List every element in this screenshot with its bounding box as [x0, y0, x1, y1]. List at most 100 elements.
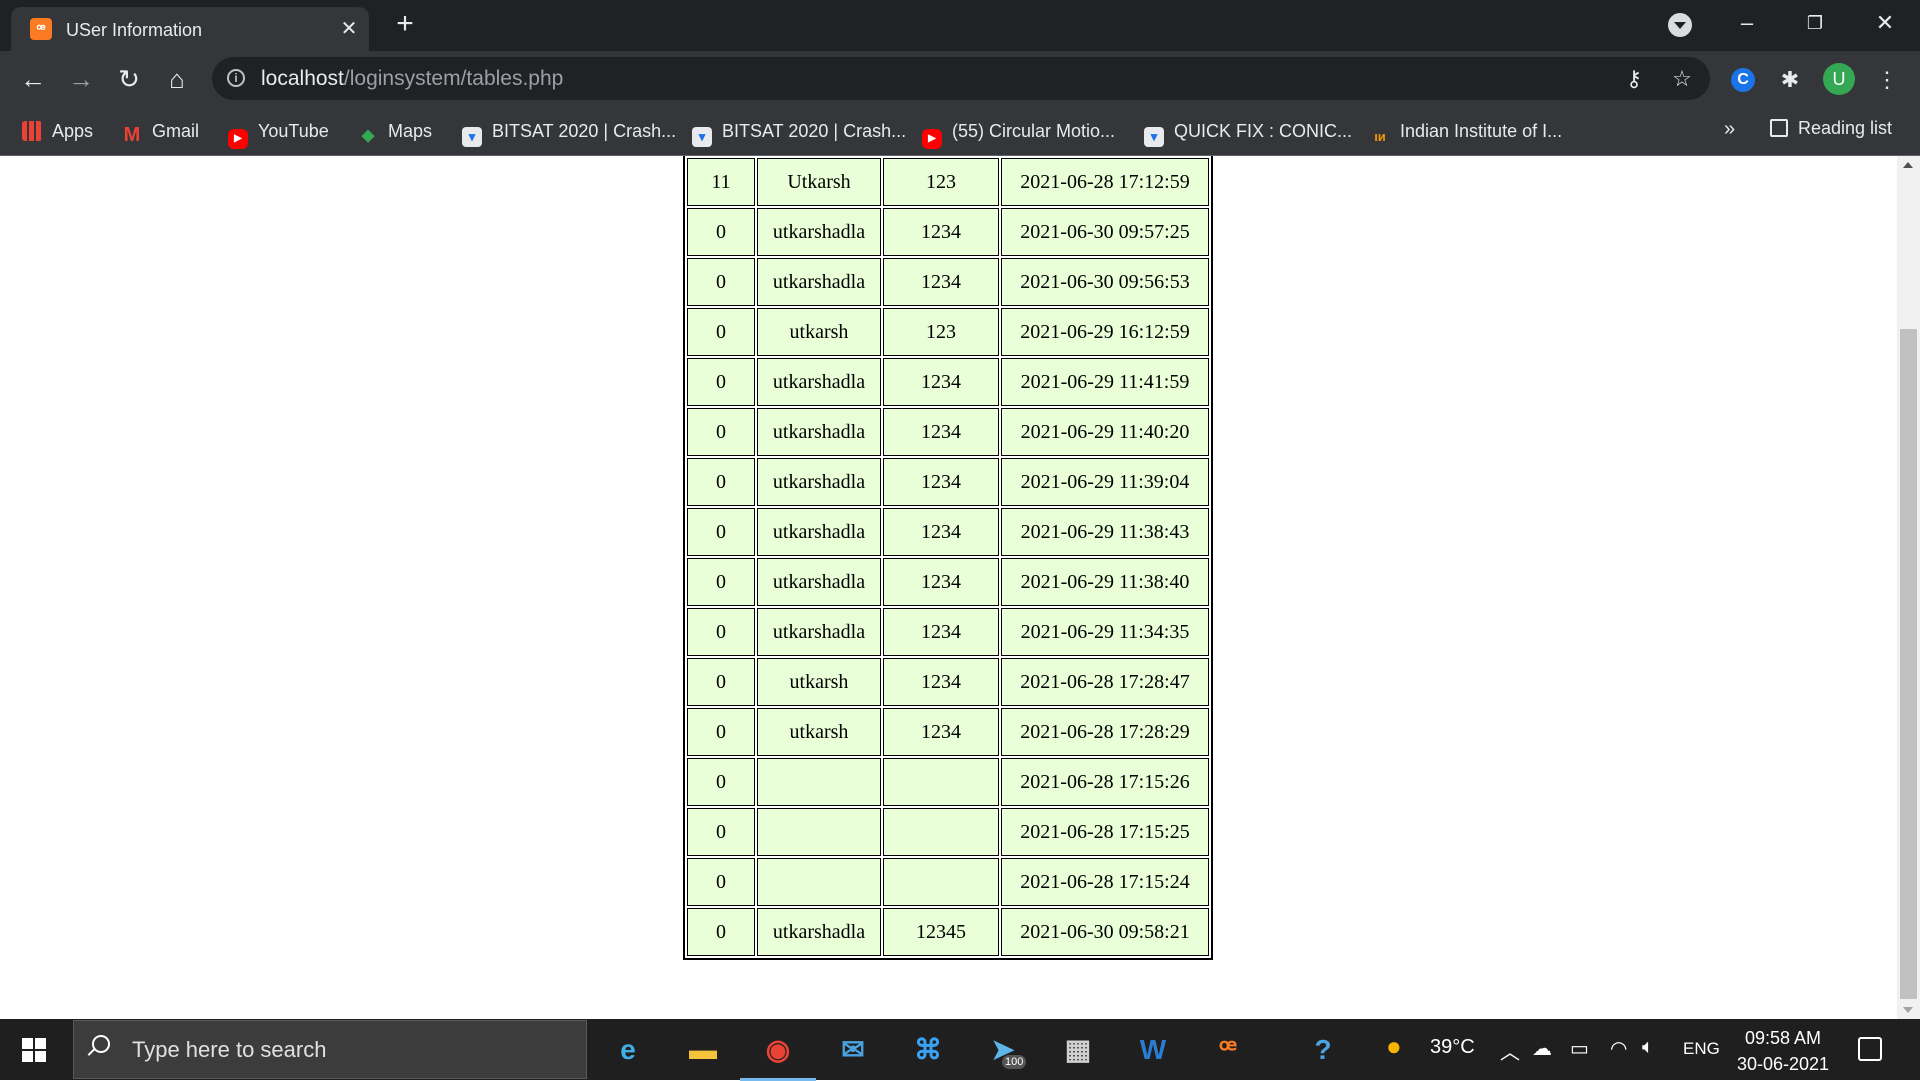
extension-c-icon[interactable]: C [1731, 68, 1755, 92]
onedrive-error-icon[interactable]: ☁ [1532, 1036, 1552, 1061]
battery-icon[interactable]: ▭ [1570, 1036, 1589, 1061]
forward-button[interactable]: → [64, 63, 98, 97]
show-hidden-icons-chevron-icon[interactable]: ︿ [1500, 1036, 1520, 1065]
mail-icon[interactable]: ✉ [830, 1027, 876, 1073]
more-bookmarks-button[interactable]: » [1724, 118, 1735, 141]
close-window-button[interactable]: ✕ [1865, 8, 1905, 38]
datetime-cell: 2021-06-30 09:57:25 [1001, 208, 1209, 256]
file-explorer-icon[interactable]: ▬ [680, 1027, 726, 1073]
bookmark-label: Apps [52, 121, 94, 141]
datetime-cell: 2021-06-30 09:56:53 [1001, 258, 1209, 306]
word-icon[interactable]: W [1130, 1027, 1176, 1073]
username-cell: utkarshadla [757, 208, 881, 256]
weather-sun-icon[interactable]: ● [1386, 1031, 1402, 1062]
scroll-down-arrow-icon[interactable] [1903, 1007, 1913, 1013]
key-icon[interactable]: ⚷ [1620, 65, 1648, 93]
bookmark-youtube[interactable]: ▶ YouTube [228, 118, 329, 149]
username-cell [757, 808, 881, 856]
search-placeholder: Type here to search [132, 1037, 327, 1062]
password-cell: 1234 [883, 458, 999, 506]
xampp-favicon-icon: ꟹ [30, 18, 52, 40]
password-cell: 1234 [883, 658, 999, 706]
help-icon[interactable]: ? [1300, 1027, 1346, 1073]
apps-grid-icon [22, 121, 42, 141]
tab-search-icon[interactable] [1668, 13, 1692, 37]
table-row: 0 utkarshadla 1234 2021-06-29 11:41:59 [687, 358, 1209, 406]
scroll-up-arrow-icon[interactable] [1903, 162, 1913, 168]
reading-list-label: Reading list [1798, 118, 1893, 138]
bookmarks-bar: Apps M Gmail ▶ YouTube ⬥ Maps ▾ BITSAT 2020 … [0, 108, 1920, 156]
bookmark-bitsat-2[interactable]: ▾ BITSAT 2020 | Crash... [692, 118, 906, 147]
restore-button[interactable]: ❐ [1795, 8, 1835, 38]
password-cell: 1234 [883, 558, 999, 606]
taskbar-search-box[interactable]: Type here to search [73, 1020, 587, 1079]
datetime-cell: 2021-06-29 16:12:59 [1001, 308, 1209, 356]
id-cell: 0 [687, 608, 755, 656]
windows-start-icon[interactable] [22, 1038, 46, 1062]
edge-icon[interactable]: e [605, 1027, 651, 1073]
url-path: /loginsystem/tables.php [343, 67, 564, 90]
datetime-cell: 2021-06-29 11:34:35 [1001, 608, 1209, 656]
bookmark-bitsat-1[interactable]: ▾ BITSAT 2020 | Crash... [462, 118, 676, 147]
id-cell: 0 [687, 458, 755, 506]
menu-kebab-icon[interactable]: ⋮ [1871, 64, 1903, 96]
windows-taskbar: Type here to search e ▬ ◉ ✉ ⌘ ➤ 100 ▦ W ꟹ… [0, 1019, 1920, 1081]
datetime-cell: 2021-06-28 17:15:26 [1001, 758, 1209, 806]
username-cell [757, 758, 881, 806]
language-indicator[interactable]: ENG [1683, 1039, 1720, 1059]
bookmark-label: QUICK FIX : CONIC... [1174, 121, 1353, 141]
site-info-icon[interactable]: i [227, 69, 245, 87]
bookmark-gmail[interactable]: M Gmail [122, 118, 200, 145]
bookmark-site-icon: ▾ [692, 127, 712, 147]
bookmark-label: Gmail [152, 121, 200, 141]
url-text[interactable]: localhost/loginsystem/tables.php [261, 67, 563, 91]
volume-icon[interactable]: 🔈︎ [1642, 1036, 1654, 1059]
password-cell: 1234 [883, 258, 999, 306]
bookmark-quick-fix[interactable]: ▾ QUICK FIX : CONIC... [1144, 118, 1353, 147]
bookmark-apps[interactable]: Apps [22, 118, 93, 144]
weather-temperature[interactable]: 39°C [1430, 1036, 1475, 1059]
vscode-icon[interactable]: ⌘ [905, 1027, 951, 1073]
wifi-icon[interactable]: ◠ [1610, 1036, 1627, 1061]
new-tab-button[interactable]: + [390, 9, 420, 40]
username-cell: utkarshadla [757, 408, 881, 456]
taskbar-clock[interactable]: 09:58 AM 30-06-2021 [1728, 1025, 1838, 1077]
username-cell: utkarshadla [757, 358, 881, 406]
username-cell: utkarsh [757, 708, 881, 756]
iit-icon: ıи [1374, 129, 1386, 144]
scrollbar-thumb[interactable] [1900, 329, 1917, 999]
username-cell [757, 858, 881, 906]
bookmark-iit[interactable]: ıи Indian Institute of I... [1370, 118, 1562, 144]
calculator-icon[interactable]: ▦ [1055, 1027, 1101, 1073]
browser-toolbar: ← → ↻ ⌂ i localhost/loginsystem/tables.p… [0, 51, 1920, 108]
profile-avatar[interactable]: U [1823, 63, 1855, 95]
bookmark-maps[interactable]: ⬥ Maps [358, 118, 433, 145]
browser-tab[interactable]: ꟹ USer Information ✕ [11, 7, 369, 51]
reading-list-button[interactable]: Reading list [1770, 118, 1892, 139]
bookmark-circular-motion[interactable]: ▶ (55) Circular Motio... [922, 118, 1116, 149]
close-tab-icon[interactable]: ✕ [337, 17, 361, 41]
address-bar[interactable]: i localhost/loginsystem/tables.php ⚷ ☆ [212, 57, 1710, 100]
back-button[interactable]: ← [16, 63, 50, 97]
password-cell: 123 [883, 308, 999, 356]
password-cell: 1234 [883, 608, 999, 656]
username-cell: utkarshadla [757, 458, 881, 506]
notifications-icon[interactable] [1858, 1037, 1882, 1061]
page-scrollbar[interactable] [1897, 156, 1920, 1019]
bookmark-label: (55) Circular Motio... [952, 121, 1116, 141]
username-cell: utkarshadla [757, 508, 881, 556]
reload-button[interactable]: ↻ [112, 63, 146, 97]
minimize-button[interactable]: – [1727, 8, 1767, 38]
bookmark-label: Maps [388, 121, 433, 141]
xampp-icon[interactable]: ꟹ [1205, 1027, 1251, 1073]
password-cell [883, 808, 999, 856]
extensions-puzzle-icon[interactable]: ✱ [1774, 64, 1806, 96]
telegram-icon[interactable]: ➤ 100 [980, 1027, 1027, 1073]
clock-date: 30-06-2021 [1736, 1054, 1830, 1074]
table-row: 0 utkarshadla 1234 2021-06-29 11:38:40 [687, 558, 1209, 606]
home-button[interactable]: ⌂ [160, 63, 194, 97]
bookmark-site-icon: ▾ [1144, 127, 1164, 147]
chrome-icon[interactable]: ◉ [740, 1027, 816, 1081]
password-cell: 123 [883, 158, 999, 206]
star-bookmark-icon[interactable]: ☆ [1668, 65, 1696, 93]
